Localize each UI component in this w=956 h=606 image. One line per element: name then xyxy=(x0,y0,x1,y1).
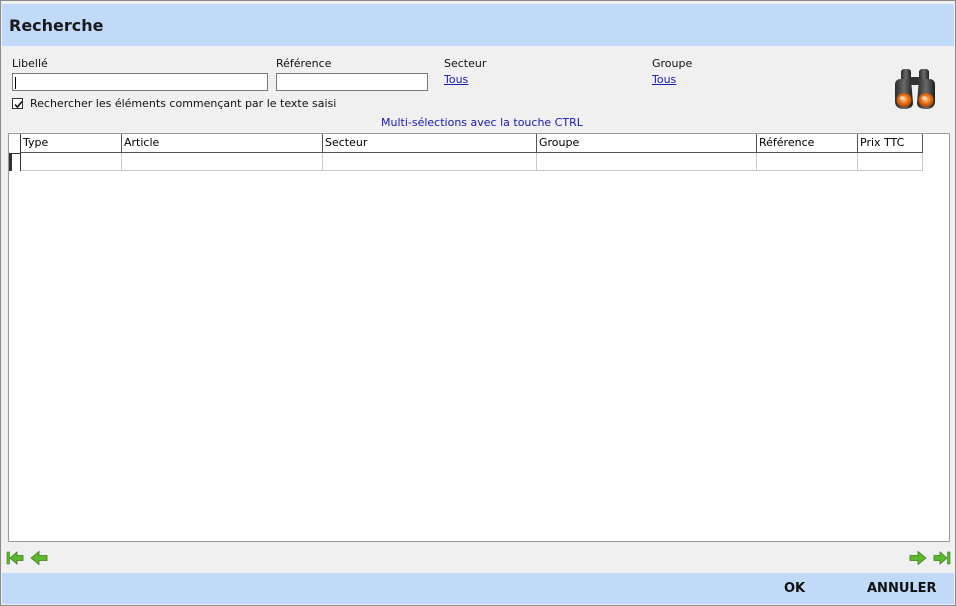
column-header-article[interactable]: Article xyxy=(122,134,323,153)
last-page-button[interactable] xyxy=(933,550,951,566)
column-header-type[interactable]: Type xyxy=(21,134,122,153)
search-window: Recherche Libellé Référence Secteur Tous… xyxy=(0,0,956,606)
footer-bar: OK ANNULER xyxy=(2,573,954,604)
previous-page-button[interactable] xyxy=(30,550,48,566)
column-header-prix-ttc[interactable]: Prix TTC xyxy=(858,134,923,153)
table-cell[interactable] xyxy=(122,153,323,171)
row-header-column xyxy=(9,134,21,171)
secteur-label: Secteur xyxy=(444,57,487,70)
table-cell[interactable] xyxy=(858,153,923,171)
libelle-label: Libellé xyxy=(12,57,48,70)
starts-with-checkbox[interactable] xyxy=(12,98,23,109)
column-header-secteur[interactable]: Secteur xyxy=(323,134,537,153)
nav-last-icon xyxy=(933,551,951,565)
next-page-button[interactable] xyxy=(909,550,927,566)
starts-with-label: Rechercher les éléments commençant par l… xyxy=(30,97,337,110)
nav-next-icon xyxy=(909,550,927,566)
column-header-reference[interactable]: Référence xyxy=(757,134,858,153)
binoculars-icon xyxy=(895,69,935,109)
reference-label: Référence xyxy=(276,57,332,70)
nav-prev-icon xyxy=(30,550,48,566)
column-header-groupe[interactable]: Groupe xyxy=(537,134,757,153)
table-cell[interactable] xyxy=(21,153,122,171)
ok-button[interactable]: OK xyxy=(784,581,805,596)
reference-input[interactable] xyxy=(276,73,428,91)
secteur-link[interactable]: Tous xyxy=(444,73,468,86)
table-cell[interactable] xyxy=(757,153,858,171)
checkmark-icon xyxy=(14,100,23,109)
title-bar: Recherche xyxy=(2,4,954,46)
table-cell[interactable] xyxy=(323,153,537,171)
current-row-marker xyxy=(9,153,12,171)
window-title: Recherche xyxy=(9,16,104,35)
table-cell[interactable] xyxy=(537,153,757,171)
first-page-button[interactable] xyxy=(6,550,24,566)
text-caret xyxy=(15,77,16,89)
multi-select-hint: Multi-sélections avec la touche CTRL xyxy=(381,116,583,129)
nav-first-icon xyxy=(6,551,24,565)
groupe-link[interactable]: Tous xyxy=(652,73,676,86)
cancel-button[interactable]: ANNULER xyxy=(867,581,937,596)
libelle-input[interactable] xyxy=(12,73,268,91)
results-grid[interactable]: Type Article Secteur Groupe Référence Pr… xyxy=(8,133,950,542)
groupe-label: Groupe xyxy=(652,57,693,70)
search-button[interactable] xyxy=(891,67,939,111)
